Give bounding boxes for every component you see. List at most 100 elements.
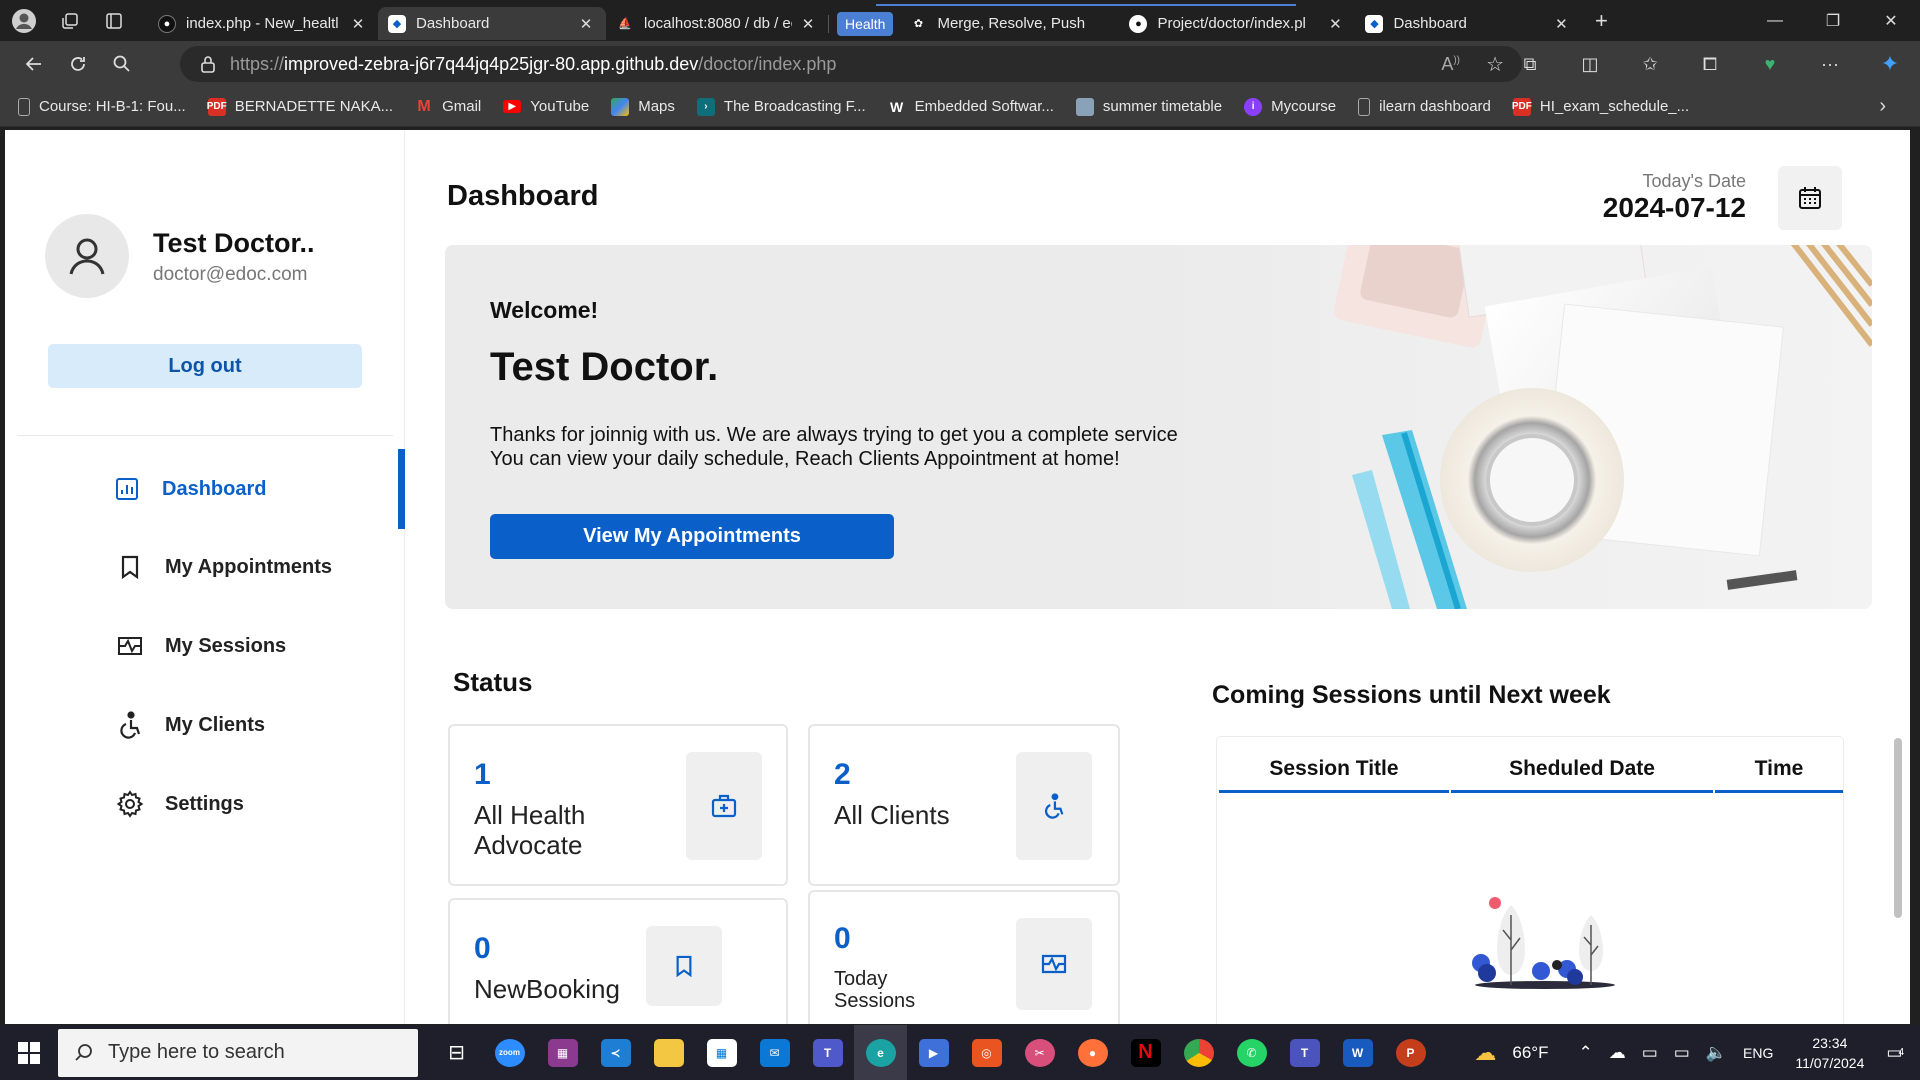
sidebar-item-settings[interactable]: Settings [5, 774, 405, 834]
embedded-icon: W [890, 98, 904, 115]
logout-button[interactable]: Log out [48, 344, 362, 388]
bookmark-course[interactable]: Course: HI-B-1: Fou... [18, 97, 186, 116]
bookmark-mycourse[interactable]: i Mycourse [1244, 97, 1336, 116]
word-app-icon[interactable]: W [1331, 1025, 1384, 1080]
language-indicator[interactable]: ENG [1743, 1045, 1773, 1061]
tab-dashboard-active[interactable]: ◆ Dashboard ✕ [378, 7, 606, 40]
bookmark-embedded[interactable]: W Embedded Softwar... [888, 98, 1054, 116]
minimize-icon[interactable]: — [1746, 0, 1804, 41]
collections-icon[interactable]: ⧠ [1680, 44, 1740, 84]
extensions-icon[interactable]: ⧉ [1500, 44, 1560, 84]
teams-work-app-icon[interactable]: T [1278, 1025, 1331, 1080]
bookmark-broadcasting[interactable]: › The Broadcasting F... [696, 97, 866, 116]
tab-title: Merge, Resolve, Push [937, 15, 1086, 32]
restore-icon[interactable]: ❐ [1804, 0, 1862, 41]
close-icon[interactable]: ✕ [1551, 15, 1571, 33]
sidebar-item-my-clients[interactable]: My Clients [5, 695, 405, 755]
tab-phpmyadmin[interactable]: ⛵ localhost:8080 / db / ec ✕ [606, 7, 828, 40]
new-tab-icon[interactable]: + [1581, 0, 1621, 41]
github-icon: ● [1129, 14, 1148, 33]
search-icon[interactable] [100, 44, 144, 84]
sidebar-item-my-sessions[interactable]: My Sessions [5, 616, 405, 676]
view-appointments-button[interactable]: View My Appointments [490, 514, 894, 559]
tab-dashboard-2[interactable]: ◆ Dashboard ✕ [1355, 7, 1581, 40]
edge-app-icon[interactable]: e [854, 1025, 907, 1080]
address-bar[interactable]: https://improved-zebra-j6r7q44jq4p25jgr-… [180, 46, 1522, 82]
sidebar-item-label: My Sessions [165, 634, 287, 657]
sidebar-item-dashboard[interactable]: Dashboard [5, 449, 405, 529]
weather-icon[interactable]: ☁ [1474, 1040, 1496, 1066]
ubuntu-app-icon[interactable]: ◎ [960, 1025, 1013, 1080]
browser-essentials-icon[interactable]: ♥ [1740, 44, 1800, 84]
status-card-today-sessions[interactable]: 0 Today Sessions [808, 890, 1120, 1024]
lock-icon[interactable] [200, 55, 216, 73]
file-explorer-app-icon[interactable] [642, 1025, 695, 1080]
chevron-right-icon[interactable]: › [1879, 95, 1886, 118]
volume-icon[interactable]: 🔈 [1706, 1043, 1727, 1063]
weather-temp[interactable]: 66°F [1512, 1043, 1548, 1063]
card-count: 0 [474, 932, 491, 965]
whatsapp-app-icon[interactable]: ✆ [1225, 1025, 1278, 1080]
refresh-icon[interactable] [56, 44, 100, 84]
back-icon[interactable] [12, 44, 56, 84]
profile-icon[interactable] [0, 0, 48, 41]
bookmark-maps[interactable]: Maps [611, 97, 675, 116]
medical-supplies-image [1334, 245, 1872, 609]
store-app-icon[interactable]: ▦ [695, 1025, 748, 1080]
winrar-app-icon[interactable]: ▦ [536, 1025, 589, 1080]
status-card-health-advocate[interactable]: 1 All Health Advocate [448, 724, 788, 886]
copilot-icon[interactable]: ✦ [1860, 44, 1920, 84]
close-icon[interactable]: ✕ [1325, 15, 1345, 33]
clock-date: 11/07/2024 [1795, 1054, 1865, 1071]
bookmark-bernadette[interactable]: PDF BERNADETTE NAKA... [207, 97, 393, 116]
workspaces-icon[interactable] [48, 0, 92, 41]
snipping-app-icon[interactable]: ✂ [1013, 1025, 1066, 1080]
chrome-app-icon[interactable] [1172, 1025, 1225, 1080]
split-screen-icon[interactable]: ◫ [1560, 44, 1620, 84]
task-view-icon[interactable]: ⊟ [430, 1025, 483, 1080]
taskbar-search-input[interactable]: Type here to search [58, 1028, 418, 1077]
more-menu-icon[interactable]: ··· [1800, 44, 1860, 84]
card-icon-box [1016, 752, 1092, 860]
close-icon[interactable]: ✕ [576, 15, 596, 33]
tab-actions-icon[interactable] [92, 0, 136, 41]
tab-project-doctor[interactable]: ● Project/doctor/index.pl ✕ [1119, 7, 1355, 40]
powerpoint-app-icon[interactable]: P [1384, 1025, 1437, 1080]
windows-start-icon[interactable] [0, 1025, 58, 1080]
column-header-session-title: Session Title [1219, 747, 1449, 793]
close-icon[interactable]: ✕ [348, 15, 368, 33]
vscode-app-icon[interactable]: ≺ [589, 1025, 642, 1080]
avatar [45, 214, 129, 298]
chevron-up-icon[interactable]: ⌃ [1578, 1043, 1592, 1063]
read-aloud-icon[interactable]: A)) [1441, 54, 1460, 75]
onedrive-icon[interactable]: ☁ [1609, 1043, 1626, 1063]
sidebar-item-my-appointments[interactable]: My Appointments [5, 537, 405, 597]
calendar-button[interactable] [1778, 166, 1842, 230]
bookmark-summer-timetable[interactable]: summer timetable [1075, 97, 1222, 116]
tab-merge-resolve[interactable]: ✿ Merge, Resolve, Push [899, 7, 1119, 40]
battery-icon[interactable]: ▭ [1674, 1043, 1690, 1063]
meet-now-icon[interactable]: ▭ [1642, 1043, 1658, 1063]
bookmark-exam-schedule[interactable]: PDF HI_exam_schedule_... [1512, 97, 1689, 116]
notifications-icon[interactable]: ▭ 4 [1886, 1043, 1904, 1063]
card-label: All Clients [834, 800, 950, 830]
bookmark-ilearn[interactable]: ilearn dashboard [1358, 97, 1491, 116]
page-scrollbar[interactable] [1894, 738, 1902, 918]
close-window-icon[interactable]: ✕ [1862, 0, 1920, 41]
zoom-app-icon[interactable]: zoom [483, 1025, 536, 1080]
tab-group-health[interactable]: Health [837, 11, 894, 36]
clock[interactable]: 23:34 11/07/2024 [1795, 1033, 1864, 1073]
status-card-new-booking[interactable]: 0 NewBooking [448, 898, 788, 1024]
bing-app-icon[interactable]: ▶ [907, 1025, 960, 1080]
tab-index-php[interactable]: ● index.php - New_healtl ✕ [148, 7, 378, 40]
status-card-all-clients[interactable]: 2 All Clients [808, 724, 1120, 886]
netflix-app-icon[interactable]: N [1119, 1025, 1172, 1080]
bookmark-youtube[interactable]: ▶ YouTube [503, 98, 589, 115]
favorites-icon[interactable]: ✩ [1620, 44, 1680, 84]
bookmark-gmail[interactable]: M Gmail [415, 98, 481, 116]
teams-app-icon[interactable]: T [801, 1025, 854, 1080]
firefox-app-icon[interactable]: ● [1066, 1025, 1119, 1080]
dashboard-icon [112, 474, 142, 504]
close-icon[interactable]: ✕ [798, 15, 818, 33]
mail-app-icon[interactable]: ✉ [748, 1025, 801, 1080]
